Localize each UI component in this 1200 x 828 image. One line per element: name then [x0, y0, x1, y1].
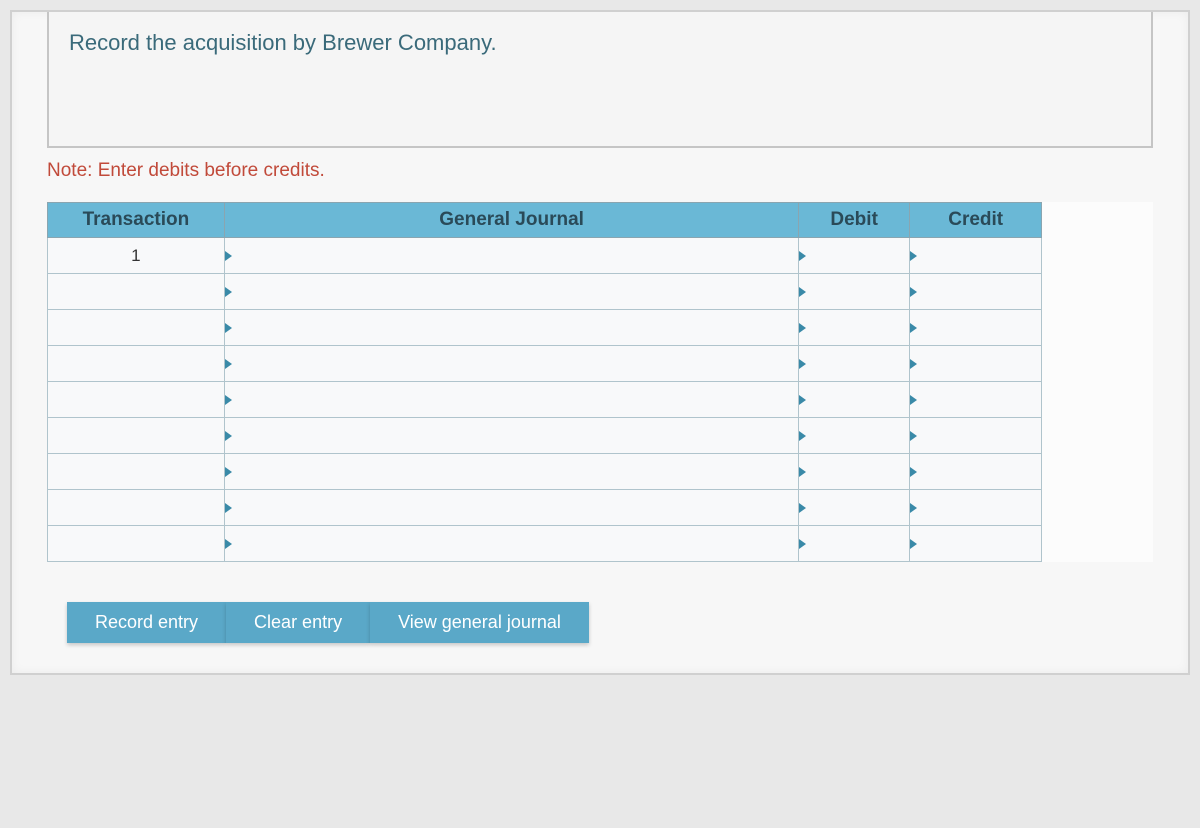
cell-journal[interactable] — [224, 490, 799, 526]
clear-entry-button[interactable]: Clear entry — [226, 602, 370, 643]
journal-table: Transaction General Journal Debit Credit… — [47, 202, 1153, 562]
header-transaction: Transaction — [48, 203, 225, 238]
table-header-row: Transaction General Journal Debit Credit — [48, 203, 1153, 238]
table-row — [48, 382, 1153, 418]
instruction-box: Record the acquisition by Brewer Company… — [47, 12, 1153, 148]
note-text: Note: Enter debits before credits. — [47, 160, 1153, 182]
cell-blank — [1042, 310, 1153, 346]
cell-journal[interactable] — [224, 526, 799, 562]
table-row: 1 — [48, 238, 1153, 274]
table-row — [48, 274, 1153, 310]
cell-debit[interactable] — [799, 382, 910, 418]
cell-debit[interactable] — [799, 490, 910, 526]
cell-credit[interactable] — [909, 238, 1042, 274]
cell-transaction — [48, 274, 225, 310]
table-row — [48, 310, 1153, 346]
cell-credit[interactable] — [909, 382, 1042, 418]
cell-debit[interactable] — [799, 274, 910, 310]
form-container: Record the acquisition by Brewer Company… — [10, 10, 1190, 675]
cell-transaction — [48, 454, 225, 490]
header-debit: Debit — [799, 203, 910, 238]
cell-blank — [1042, 526, 1153, 562]
cell-blank — [1042, 490, 1153, 526]
instruction-text: Record the acquisition by Brewer Company… — [69, 30, 1131, 56]
cell-transaction — [48, 346, 225, 382]
header-general-journal: General Journal — [224, 203, 799, 238]
cell-transaction — [48, 526, 225, 562]
cell-blank — [1042, 238, 1153, 274]
table-row — [48, 526, 1153, 562]
table-row — [48, 418, 1153, 454]
cell-blank — [1042, 418, 1153, 454]
cell-debit[interactable] — [799, 346, 910, 382]
cell-journal[interactable] — [224, 382, 799, 418]
cell-credit[interactable] — [909, 490, 1042, 526]
buttons-row: Record entry Clear entry View general jo… — [47, 602, 1153, 643]
table-row — [48, 490, 1153, 526]
cell-debit[interactable] — [799, 526, 910, 562]
cell-blank — [1042, 346, 1153, 382]
header-blank — [1042, 203, 1153, 238]
cell-debit[interactable] — [799, 418, 910, 454]
cell-journal[interactable] — [224, 418, 799, 454]
header-credit: Credit — [909, 203, 1042, 238]
cell-transaction — [48, 490, 225, 526]
cell-journal[interactable] — [224, 238, 799, 274]
journal-tbody: 1 — [48, 238, 1153, 562]
cell-transaction — [48, 418, 225, 454]
cell-journal[interactable] — [224, 310, 799, 346]
cell-credit[interactable] — [909, 346, 1042, 382]
cell-credit[interactable] — [909, 454, 1042, 490]
cell-transaction: 1 — [48, 238, 225, 274]
cell-blank — [1042, 454, 1153, 490]
cell-blank — [1042, 382, 1153, 418]
record-entry-button[interactable]: Record entry — [67, 602, 226, 643]
cell-credit[interactable] — [909, 274, 1042, 310]
cell-debit[interactable] — [799, 238, 910, 274]
cell-transaction — [48, 382, 225, 418]
cell-blank — [1042, 274, 1153, 310]
table-row — [48, 346, 1153, 382]
table-row — [48, 454, 1153, 490]
view-general-journal-button[interactable]: View general journal — [370, 602, 589, 643]
cell-debit[interactable] — [799, 310, 910, 346]
cell-journal[interactable] — [224, 454, 799, 490]
cell-credit[interactable] — [909, 526, 1042, 562]
cell-credit[interactable] — [909, 310, 1042, 346]
cell-journal[interactable] — [224, 274, 799, 310]
cell-transaction — [48, 310, 225, 346]
cell-credit[interactable] — [909, 418, 1042, 454]
cell-journal[interactable] — [224, 346, 799, 382]
cell-debit[interactable] — [799, 454, 910, 490]
